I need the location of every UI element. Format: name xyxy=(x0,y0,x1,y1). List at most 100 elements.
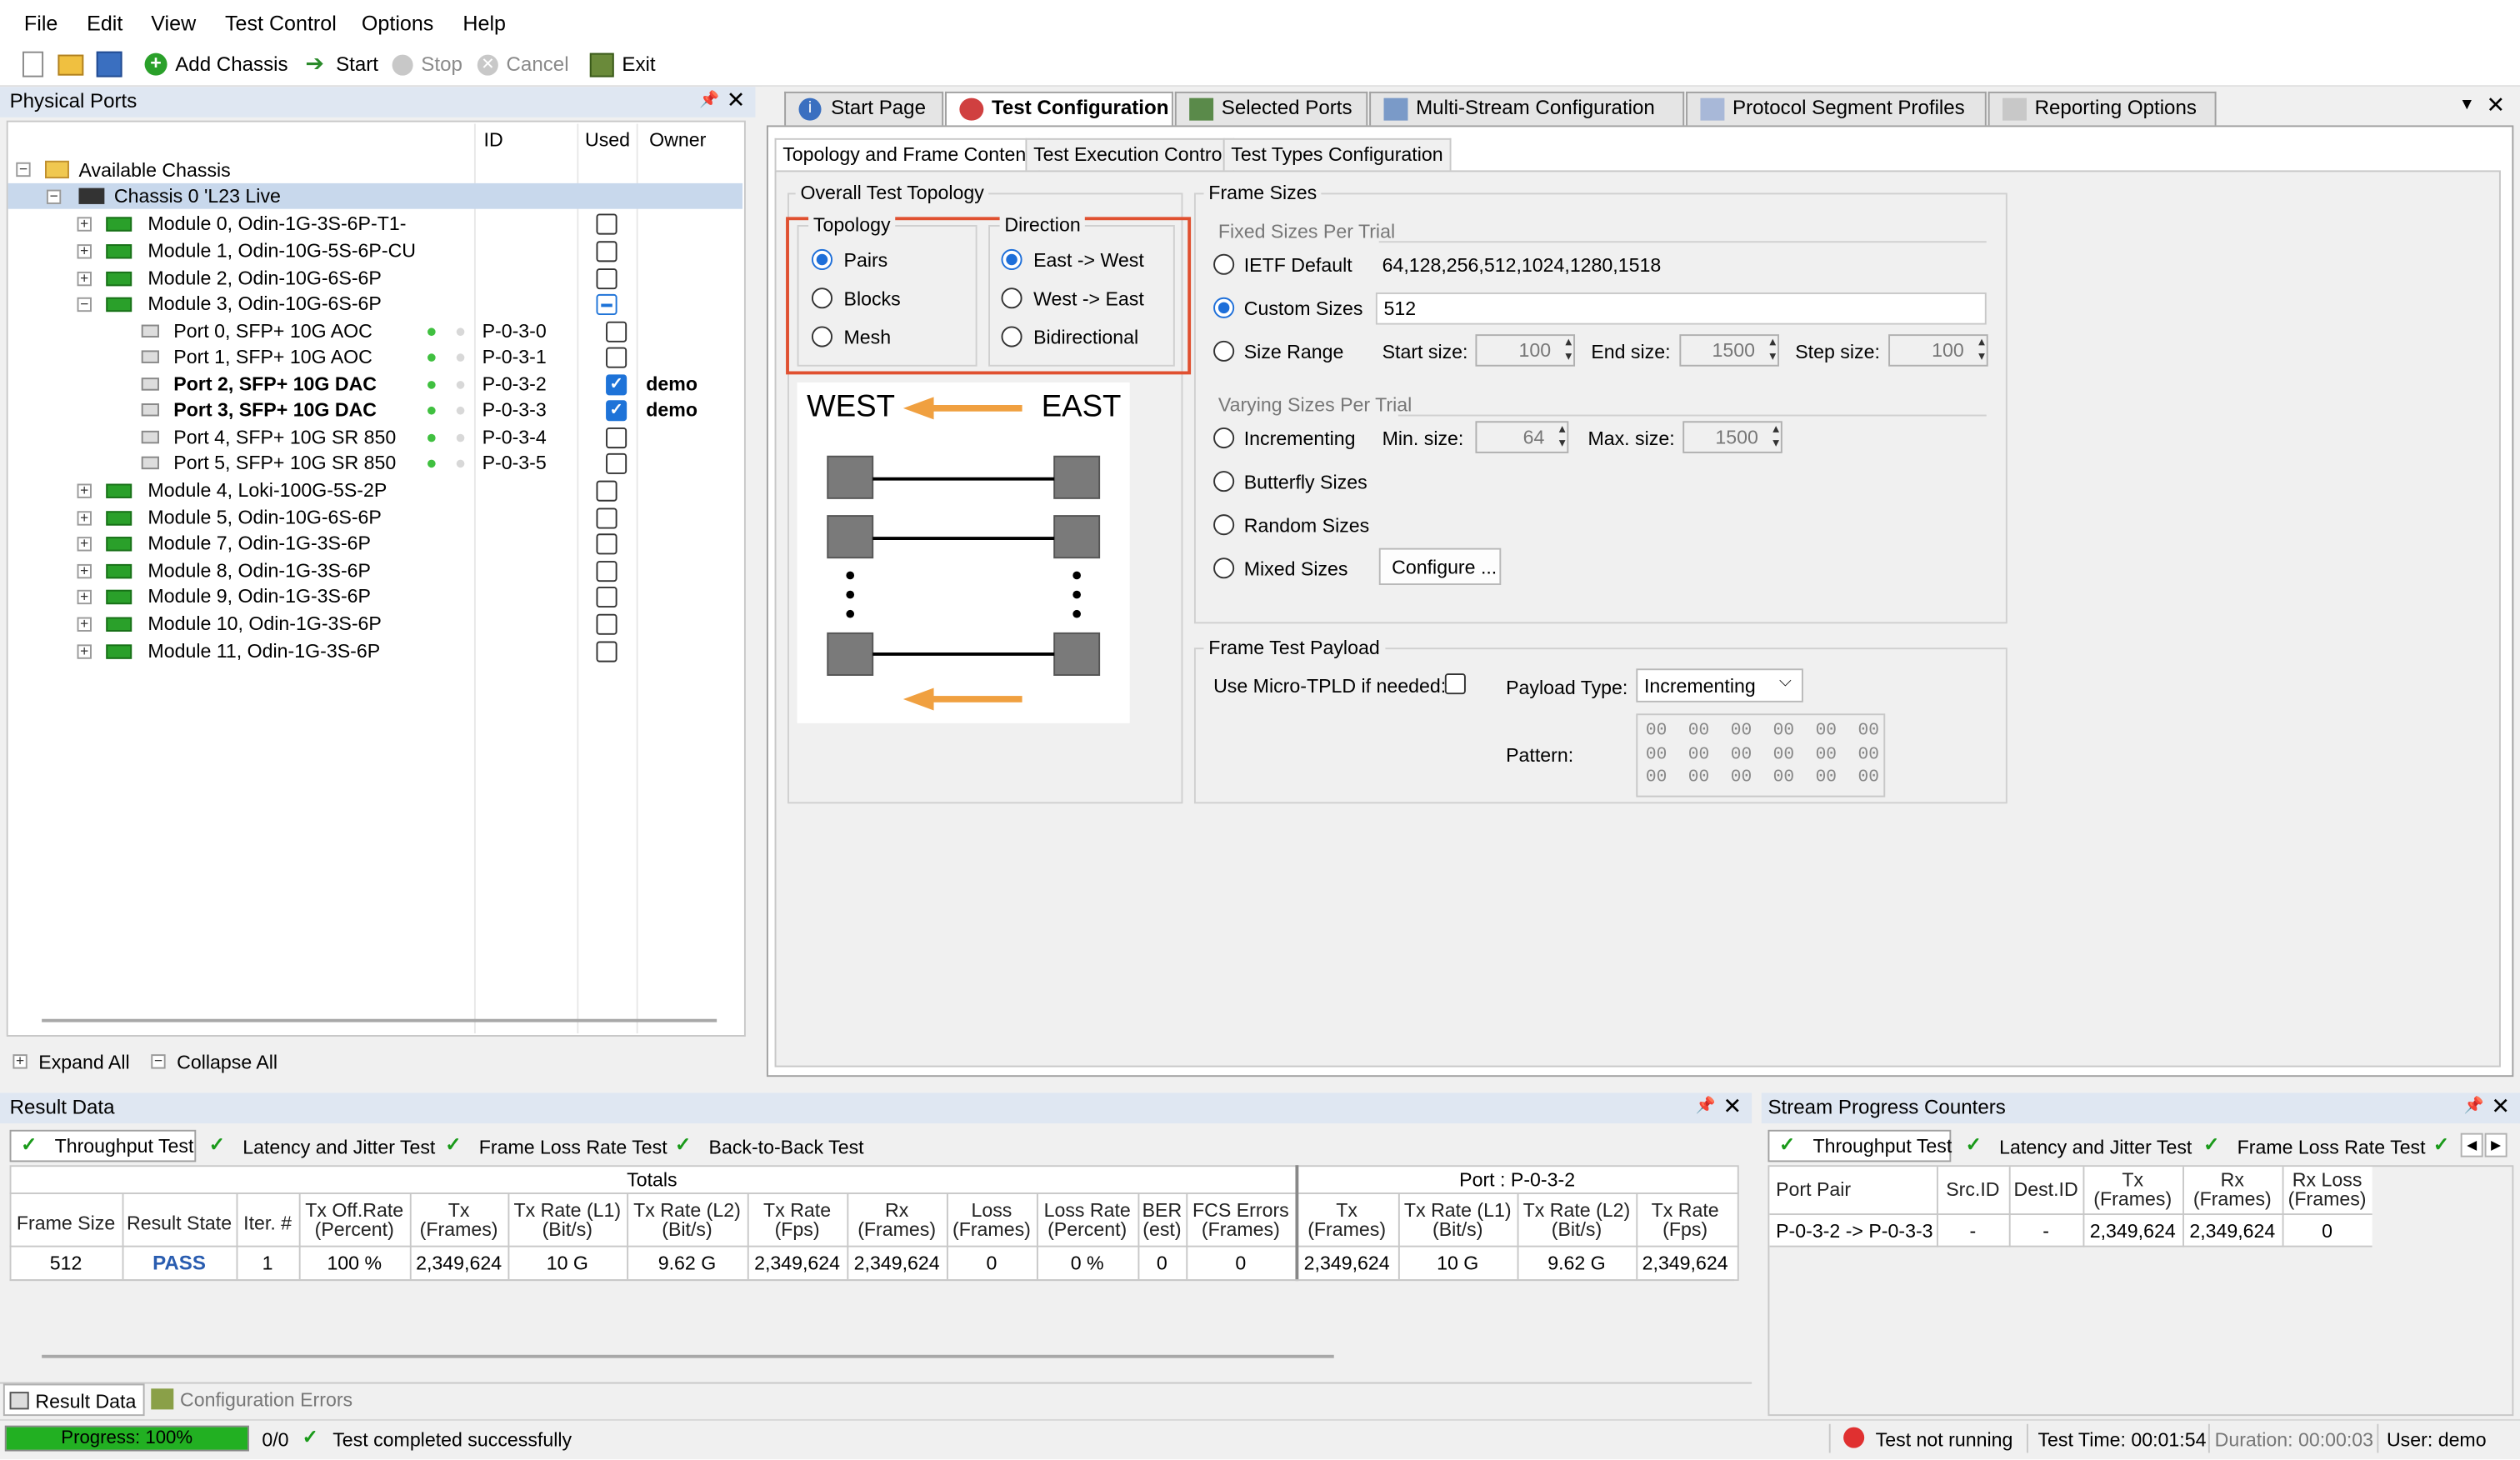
tab-dropdown-icon[interactable]: ▼ xyxy=(2459,97,2475,114)
tab-reporting-options[interactable]: Reporting Options xyxy=(1988,91,2217,126)
tree-chassis-0[interactable]: Chassis 0 'L23 Live xyxy=(114,185,281,208)
used-checkbox[interactable] xyxy=(606,321,628,342)
result-pin-icon[interactable]: 📌 xyxy=(1696,1098,1716,1115)
pin-icon[interactable]: 📌 xyxy=(699,92,719,109)
radio-custom-sizes[interactable] xyxy=(1213,297,1235,318)
end-size-spinner[interactable]: 1500 xyxy=(1679,334,1779,367)
result-tab-frame-loss[interactable]: ✓ Frame Loss Rate Test xyxy=(445,1132,667,1164)
open-folder-icon[interactable] xyxy=(58,54,84,76)
tab-multi-stream[interactable]: Multi-Stream Configuration xyxy=(1369,91,1685,126)
cancel-button[interactable]: ✕ Cancel xyxy=(477,50,574,82)
radio-size-range[interactable] xyxy=(1213,340,1235,362)
radio-west-east[interactable] xyxy=(1001,288,1022,309)
used-checkbox[interactable]: ✓ xyxy=(606,374,628,396)
max-size-spinner[interactable]: 1500 xyxy=(1682,421,1782,453)
menu-view[interactable]: View xyxy=(151,12,196,36)
column-header[interactable]: Tx Rate (L2) (Bit/s) xyxy=(627,1201,748,1239)
radio-ietf-default[interactable] xyxy=(1213,253,1235,275)
used-checkbox[interactable] xyxy=(596,480,618,502)
tree-port[interactable]: Port 5, SFP+ 10G SR 850 xyxy=(173,452,396,474)
tree-root-available-chassis[interactable]: Available Chassis xyxy=(79,159,231,182)
tree-port[interactable]: Port 1, SFP+ 10G AOC xyxy=(173,346,372,368)
payload-type-select[interactable]: Incrementing ⌵ xyxy=(1636,668,1803,702)
step-size-spinner[interactable]: 100 xyxy=(1888,334,1988,367)
stream-column-header[interactable]: Src.ID xyxy=(1937,1180,2009,1199)
expand-module-icon[interactable]: + xyxy=(77,617,92,632)
expand-module-icon[interactable]: + xyxy=(77,563,92,579)
min-size-spinner[interactable]: 64 xyxy=(1475,421,1569,453)
used-checkbox[interactable]: ✓ xyxy=(606,400,628,422)
expand-module-icon[interactable]: + xyxy=(77,589,92,605)
start-button[interactable]: ➔ Start xyxy=(305,50,382,82)
column-header[interactable]: Tx Off.Rate (Percent) xyxy=(299,1201,410,1239)
column-header[interactable]: Tx Rate (L1) (Bit/s) xyxy=(1398,1201,1518,1239)
stream-close-icon[interactable]: ✕ xyxy=(2491,1092,2510,1120)
column-header[interactable]: Frame Size xyxy=(10,1213,122,1232)
stop-button[interactable]: Stop xyxy=(392,50,470,82)
pattern-box[interactable]: 00 00 00 00 00 00 00 00 00 00 00 00 00 0… xyxy=(1636,713,1886,798)
result-tab-latency[interactable]: ✓ Latency and Jitter Test xyxy=(209,1132,436,1164)
used-checkbox[interactable] xyxy=(606,428,628,449)
tree-module[interactable]: Module 9, Odin-1G-3S-6P xyxy=(148,585,371,608)
column-header[interactable]: Tx (Frames) xyxy=(410,1201,508,1239)
expand-module-icon[interactable]: + xyxy=(77,243,92,259)
stream-tab-frame-loss[interactable]: ✓ Frame Loss Rate Test xyxy=(2203,1132,2425,1164)
tree-module[interactable]: Module 8, Odin-1G-3S-6P xyxy=(148,559,371,582)
used-checkbox[interactable] xyxy=(596,213,618,235)
tree-module[interactable]: Module 10, Odin-1G-3S-6P xyxy=(148,612,381,635)
expand-module-icon[interactable]: + xyxy=(77,483,92,498)
result-tab-throughput[interactable]: ✓ Throughput Test xyxy=(9,1129,197,1162)
radio-east-west[interactable] xyxy=(1001,248,1022,271)
expand-module-icon[interactable]: + xyxy=(77,271,92,287)
tree-module[interactable]: Module 3, Odin-10G-6S-6P xyxy=(148,292,381,315)
radio-blocks[interactable] xyxy=(811,288,833,309)
used-checkbox[interactable] xyxy=(596,586,618,608)
add-chassis-button[interactable]: + Add Chassis xyxy=(144,50,292,82)
column-header[interactable]: Tx Rate (L1) (Bit/s) xyxy=(508,1201,627,1239)
used-checkbox[interactable] xyxy=(596,533,618,555)
column-header[interactable]: Tx Rate (Fps) xyxy=(748,1201,848,1239)
radio-mixed[interactable] xyxy=(1213,558,1235,579)
horizontal-scrollbar[interactable] xyxy=(42,1018,718,1022)
expand-module-icon[interactable]: + xyxy=(77,536,92,552)
menu-test-control[interactable]: Test Control xyxy=(225,12,337,36)
radio-bidirectional[interactable] xyxy=(1001,326,1022,348)
close-icon[interactable]: ✕ xyxy=(727,87,746,114)
used-checkbox[interactable] xyxy=(596,508,618,529)
menu-options[interactable]: Options xyxy=(362,12,433,36)
used-checkbox[interactable] xyxy=(596,293,618,316)
micro-tpld-checkbox[interactable] xyxy=(1444,673,1466,695)
expand-module-icon[interactable]: + xyxy=(77,643,92,659)
column-header[interactable]: Loss (Frames) xyxy=(947,1201,1037,1239)
stream-tab-throughput[interactable]: ✓ Throughput Test xyxy=(1768,1129,1952,1162)
bottom-tab-result-data[interactable]: Result Data xyxy=(2,1383,145,1417)
stream-column-header[interactable]: Rx Loss (Frames) xyxy=(2282,1170,2372,1208)
column-header[interactable]: Result State xyxy=(122,1213,237,1232)
stream-column-header[interactable]: Rx (Frames) xyxy=(2182,1170,2282,1208)
subtab-test-types[interactable]: Test Types Configuration xyxy=(1222,138,1452,171)
used-checkbox[interactable] xyxy=(606,452,628,474)
column-header[interactable]: Rx (Frames) xyxy=(847,1201,947,1239)
tab-scroll-left[interactable]: ◀ xyxy=(2460,1132,2483,1158)
stream-pin-icon[interactable]: 📌 xyxy=(2464,1098,2484,1115)
collapse-module-icon[interactable]: − xyxy=(77,297,92,312)
collapse-chassis-icon[interactable]: − xyxy=(46,189,62,204)
column-header[interactable]: BER (est) xyxy=(1138,1201,1186,1239)
tab-start-page[interactable]: i Start Page xyxy=(784,91,944,126)
bottom-tab-config-errors[interactable]: Configuration Errors xyxy=(148,1384,372,1417)
used-checkbox[interactable] xyxy=(596,268,618,290)
used-checkbox[interactable] xyxy=(596,241,618,262)
new-file-icon[interactable] xyxy=(22,51,44,78)
tab-test-configuration[interactable]: Test Configuration xyxy=(945,91,1173,128)
column-header[interactable]: Loss Rate (Percent) xyxy=(1037,1201,1138,1239)
save-icon[interactable] xyxy=(96,51,122,78)
radio-incrementing[interactable] xyxy=(1213,428,1235,449)
result-h-scrollbar[interactable] xyxy=(42,1354,1334,1358)
radio-butterfly[interactable] xyxy=(1213,471,1235,492)
tree-port[interactable]: Port 0, SFP+ 10G AOC xyxy=(173,320,372,342)
tree-module[interactable]: Module 4, Loki-100G-5S-2P xyxy=(148,479,387,502)
radio-mesh[interactable] xyxy=(811,326,833,348)
used-checkbox[interactable] xyxy=(606,347,628,368)
custom-sizes-input[interactable]: 512 xyxy=(1375,292,1987,325)
collapse-root-icon[interactable]: − xyxy=(16,162,31,178)
